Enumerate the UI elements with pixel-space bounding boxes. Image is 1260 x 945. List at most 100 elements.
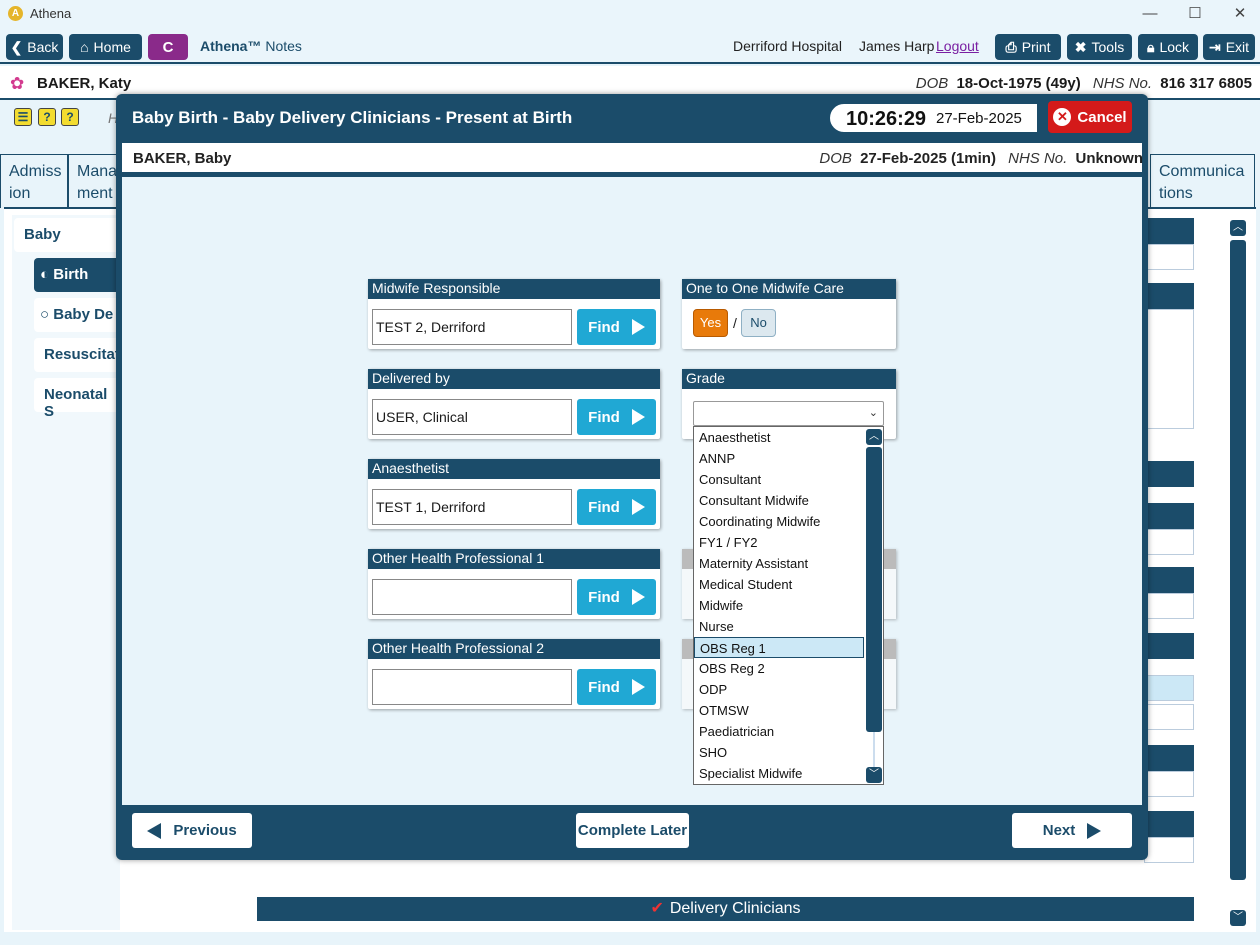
logout-label: Logout — [936, 38, 979, 54]
background-section-body — [1144, 529, 1194, 555]
arrow-right-icon — [1087, 822, 1102, 839]
find-other-2-button[interactable]: Find — [577, 669, 656, 705]
find-other-1-button[interactable]: Find — [577, 579, 656, 615]
yes-no-separator: / — [733, 315, 737, 331]
cancel-button[interactable]: ✕ Cancel — [1048, 101, 1132, 133]
grade-option[interactable]: ODP — [694, 679, 864, 700]
print-label: Print — [1021, 39, 1051, 55]
dropdown-scroll-down-icon[interactable]: ﹀ — [866, 767, 882, 783]
dropdown-scrollbar-rail — [873, 732, 875, 767]
complete-later-button[interactable]: Complete Later — [576, 813, 689, 848]
grade-option[interactable]: Consultant — [694, 469, 864, 490]
nav-item-birth[interactable]: ◐ Birth — [34, 258, 120, 292]
lock-button[interactable]: 🔒︎ Lock — [1138, 34, 1198, 60]
grade-option[interactable]: Specialist Midwife — [694, 763, 864, 784]
find-midwife-button[interactable]: Find — [577, 309, 656, 345]
other-professional-2-field[interactable] — [372, 669, 572, 705]
midwife-responsible-field[interactable]: TEST 2, Derriford — [372, 309, 572, 345]
play-arrow-icon — [631, 499, 645, 515]
tab-admission[interactable]: Admiss ion — [0, 154, 68, 208]
nav-item-neonatal[interactable]: Neonatal S — [34, 378, 120, 420]
dob-label: DOB — [915, 75, 949, 92]
logout-link[interactable]: Logout — [936, 38, 979, 54]
grade-option[interactable]: Nurse — [694, 616, 864, 637]
next-button[interactable]: Next — [1012, 813, 1132, 848]
background-section-body — [1144, 593, 1194, 619]
card-title: Grade — [682, 369, 896, 389]
background-scrollbar[interactable] — [1230, 240, 1246, 880]
card-title: Delivered by — [368, 369, 660, 389]
dropdown-scroll-up-icon[interactable]: ︿ — [866, 429, 882, 445]
help-icon-2[interactable]: ? — [61, 108, 79, 126]
tools-button[interactable]: ✖ Tools — [1067, 34, 1132, 60]
grade-option[interactable]: Consultant Midwife — [694, 490, 864, 511]
exit-button[interactable]: ⇥ Exit — [1203, 34, 1255, 60]
dropdown-scrollbar-thumb[interactable] — [866, 447, 882, 732]
background-section-header — [1144, 461, 1194, 487]
find-delivered-by-button[interactable]: Find — [577, 399, 656, 435]
back-button[interactable]: ❮ Back — [6, 34, 63, 60]
help-icon[interactable]: ? — [38, 108, 56, 126]
background-section-header — [1144, 745, 1194, 771]
home-button[interactable]: ⌂ Home — [69, 34, 142, 60]
baby-name: BAKER, Baby — [133, 150, 232, 167]
grade-option[interactable]: FY1 / FY2 — [694, 532, 864, 553]
anaesthetist-field[interactable]: TEST 1, Derriford — [372, 489, 572, 525]
grade-option[interactable]: Coordinating Midwife — [694, 511, 864, 532]
minimize-button[interactable]: — — [1140, 4, 1160, 24]
print-button[interactable]: ⎙ Print — [995, 34, 1061, 60]
grade-select[interactable]: ⌄ — [693, 401, 884, 426]
grade-option[interactable]: OBS Reg 2 — [694, 658, 864, 679]
previous-button[interactable]: Previous — [132, 813, 252, 848]
card-title: Midwife Responsible — [368, 279, 660, 299]
delivery-clinicians-label: Delivery Clinicians — [669, 900, 801, 917]
baby-demographics: DOB 27-Feb-2025 (1min) NHS No. Unknown — [811, 150, 1143, 167]
grade-option[interactable]: OTMSW — [694, 700, 864, 721]
scroll-up-icon[interactable]: ︿ — [1230, 220, 1246, 236]
nav-item-resuscitation[interactable]: Resuscitati — [34, 338, 124, 372]
close-icon: ✕ — [1053, 108, 1072, 126]
grade-option[interactable]: ANNP — [694, 448, 864, 469]
other-professional-1-field[interactable] — [372, 579, 572, 615]
find-label: Find — [588, 678, 620, 696]
no-toggle-button[interactable]: No — [741, 309, 776, 337]
c-button[interactable]: C — [148, 34, 188, 60]
previous-label: Previous — [173, 822, 237, 839]
patient-dob: 18-Oct-1975 (49y) — [956, 75, 1081, 92]
tab-management[interactable]: Mana ment — [68, 154, 120, 208]
grade-option[interactable]: Midwife — [694, 595, 864, 616]
grade-option-highlighted[interactable]: OBS Reg 1 — [694, 637, 864, 658]
grade-option[interactable]: SHO — [694, 742, 864, 763]
yes-toggle-button[interactable]: Yes — [693, 309, 728, 337]
empty-circle-icon: ○ — [40, 306, 54, 323]
grade-option[interactable]: Maternity Assistant — [694, 553, 864, 574]
grade-option[interactable]: Paediatrician — [694, 721, 864, 742]
back-label: Back — [27, 39, 59, 55]
alert-icon[interactable]: ☰ — [14, 108, 32, 126]
close-window-button[interactable]: ✕ — [1230, 4, 1250, 24]
tab-communications[interactable]: Communica tions — [1150, 154, 1255, 208]
lock-label: Lock — [1159, 39, 1190, 55]
arrow-left-icon — [147, 822, 162, 839]
tools-icon: ✖ — [1074, 38, 1087, 55]
maximize-button[interactable]: ☐ — [1185, 4, 1205, 24]
grade-option[interactable]: Medical Student — [694, 574, 864, 595]
patient-name: BAKER, Katy — [37, 75, 132, 92]
find-anaesthetist-button[interactable]: Find — [577, 489, 656, 525]
baby-dob: 27-Feb-2025 (1min) — [860, 150, 996, 167]
user-name: James Harp — [859, 38, 935, 54]
delivery-clinicians-header: ✔ Delivery Clinicians — [257, 897, 1194, 921]
scroll-down-icon[interactable]: ﹀ — [1230, 910, 1246, 926]
nav-item-baby-delivery[interactable]: ○ Baby De — [34, 298, 120, 332]
find-label: Find — [588, 318, 620, 336]
grade-option[interactable]: Anaesthetist — [694, 427, 864, 448]
patient-nhs: 816 317 6805 — [1160, 75, 1252, 92]
grade-dropdown-list[interactable]: Anaesthetist ANNP Consultant Consultant … — [693, 426, 884, 785]
tools-label: Tools — [1091, 39, 1125, 55]
nhs-label: NHS No. — [1092, 75, 1153, 92]
title-bar — [0, 0, 1260, 28]
nav-section-baby[interactable]: Baby — [14, 218, 120, 252]
background-section-body — [1144, 675, 1194, 701]
card-title: Other Health Professional 2 — [368, 639, 660, 659]
delivered-by-field[interactable]: USER, Clinical — [372, 399, 572, 435]
